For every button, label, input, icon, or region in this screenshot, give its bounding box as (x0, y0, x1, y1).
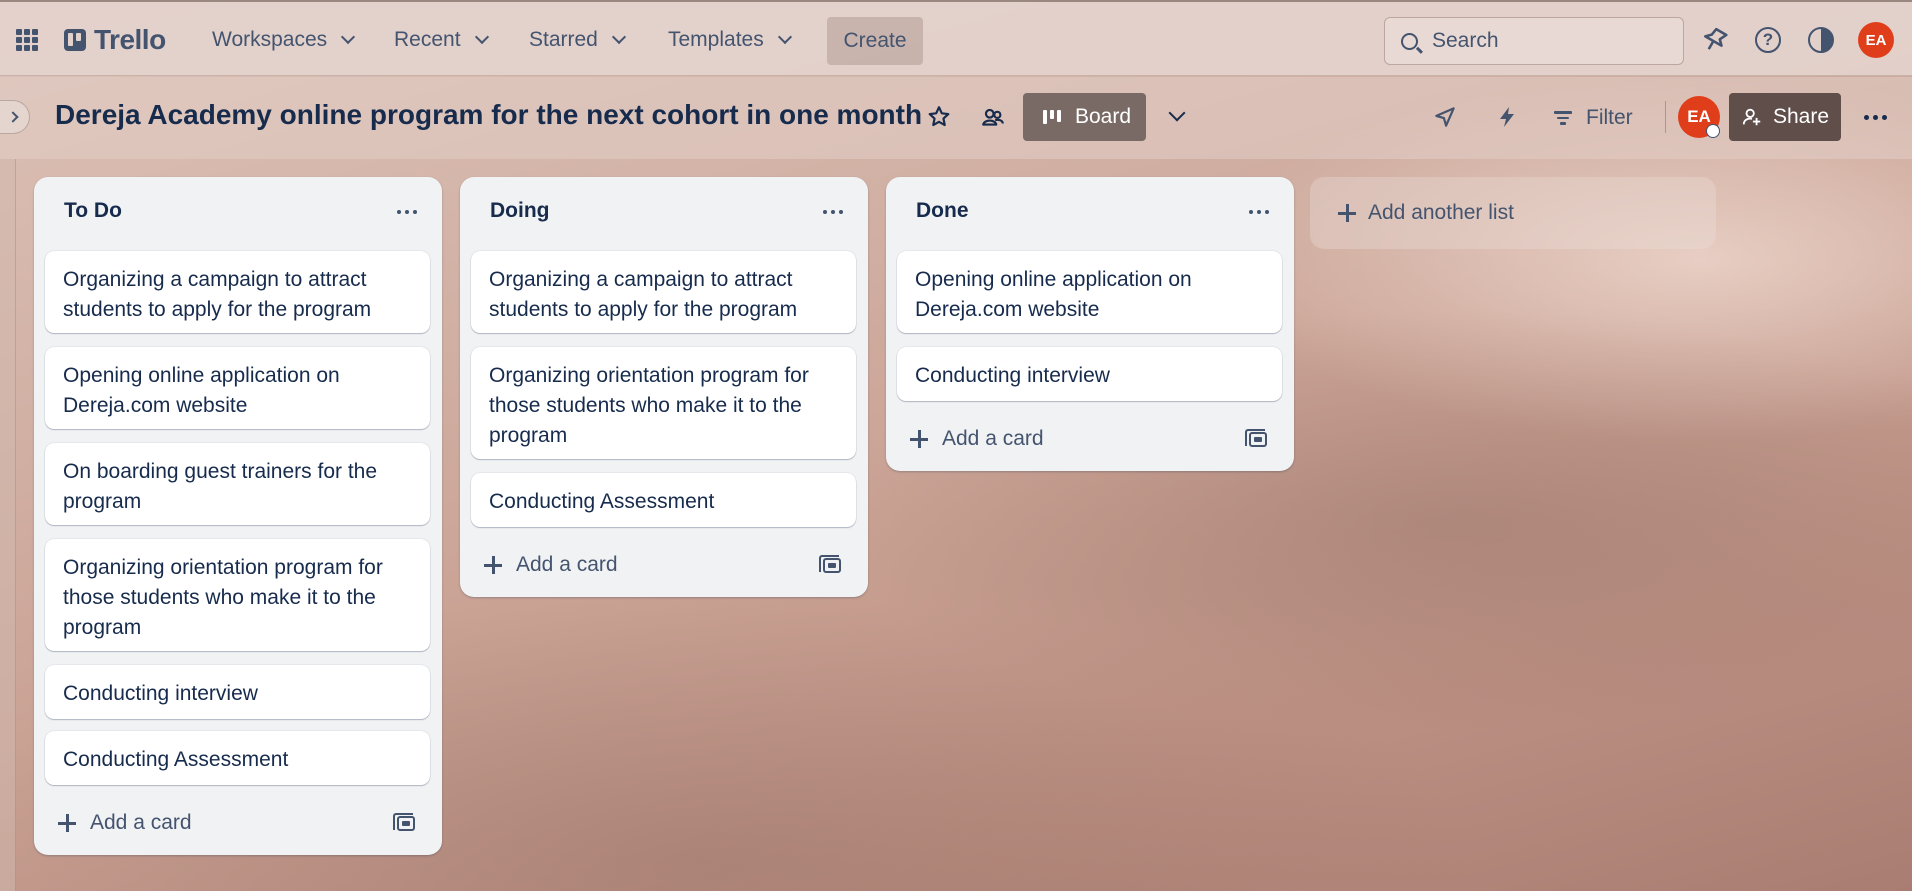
card-template-icon[interactable] (392, 809, 420, 837)
nav-starred-label: Starred (529, 28, 598, 51)
list-more-icon[interactable] (1244, 197, 1274, 227)
filter-icon (1554, 111, 1572, 125)
list-card[interactable]: Conducting Assessment (471, 473, 856, 527)
chevron-down-icon (474, 29, 489, 45)
add-list-button[interactable]: Add another list (1310, 177, 1716, 249)
board-menu-more-icon[interactable] (1855, 100, 1895, 134)
plus-icon (910, 430, 928, 448)
help-icon[interactable]: ? (1752, 24, 1784, 56)
add-card-button[interactable]: Add a card (898, 419, 1044, 459)
header-divider (1665, 101, 1666, 133)
chevron-right-icon (7, 111, 19, 123)
list-card[interactable]: Conducting interview (45, 665, 430, 719)
add-card-label: Add a card (942, 427, 1044, 450)
nav-templates[interactable]: Templates (660, 20, 798, 60)
power-ups-icon[interactable] (1428, 100, 1462, 134)
search-input[interactable] (1432, 29, 1662, 53)
logo-text: Trello (94, 24, 166, 55)
list-card[interactable]: Opening online application on Dereja.com… (45, 347, 430, 429)
list-card[interactable]: Conducting interview (897, 347, 1282, 401)
chevron-down-icon (777, 29, 792, 45)
account-avatar[interactable]: EA (1858, 22, 1894, 58)
nav-templates-label: Templates (668, 28, 764, 51)
collapsed-sidebar (0, 159, 16, 891)
list-card[interactable]: Opening online application on Dereja.com… (897, 251, 1282, 333)
theme-icon[interactable] (1805, 24, 1837, 56)
create-button[interactable]: Create (827, 17, 923, 65)
list-card[interactable]: On boarding guest trainers for the progr… (45, 443, 430, 525)
board-member-initials: EA (1687, 107, 1711, 126)
board-title[interactable]: Dereja Academy online program for the ne… (55, 99, 922, 131)
apps-grid-icon[interactable] (16, 29, 38, 51)
star-icon[interactable] (922, 100, 956, 134)
share-button[interactable]: Share (1729, 93, 1841, 141)
list-title[interactable]: Done (916, 199, 969, 223)
plus-icon (1338, 204, 1356, 222)
list-more-icon[interactable] (392, 197, 422, 227)
add-member-icon (1742, 108, 1761, 126)
add-list-label: Add another list (1368, 201, 1514, 224)
list-more-icon[interactable] (818, 197, 848, 227)
share-label: Share (1772, 105, 1830, 128)
plus-icon (484, 556, 502, 574)
card-template-icon[interactable] (818, 551, 846, 579)
nav-recent[interactable]: Recent (386, 20, 495, 60)
views-dropdown-chevron-icon[interactable] (1160, 100, 1194, 134)
global-header: Trello Workspaces Recent Starred Templat… (0, 0, 1912, 76)
list-done: Done Opening online application on Derej… (886, 177, 1294, 471)
board-view-button[interactable]: Board (1023, 93, 1146, 141)
board-view-label: Board (1075, 105, 1132, 128)
automation-icon[interactable] (1490, 100, 1524, 134)
list-title[interactable]: To Do (64, 199, 122, 223)
nav-recent-label: Recent (394, 28, 461, 51)
nav-workspaces[interactable]: Workspaces (204, 20, 361, 60)
list-to-do: To Do Organizing a campaign to attract s… (34, 177, 442, 855)
filter-button[interactable]: Filter (1554, 99, 1633, 137)
notifications-icon[interactable] (1698, 24, 1730, 56)
list-card[interactable]: Organizing a campaign to attract student… (45, 251, 430, 333)
trello-logo[interactable]: Trello (64, 24, 166, 56)
chevron-down-icon (341, 29, 356, 45)
admin-badge-icon (1706, 124, 1720, 138)
workspace-visibility-icon[interactable] (976, 100, 1010, 134)
add-card-button[interactable]: Add a card (472, 545, 618, 585)
list-card[interactable]: Organizing orientation program for those… (45, 539, 430, 651)
nav-starred[interactable]: Starred (521, 20, 632, 60)
list-card[interactable]: Organizing orientation program for those… (471, 347, 856, 459)
filter-label: Filter (1586, 106, 1633, 129)
add-card-label: Add a card (516, 553, 618, 576)
list-doing: Doing Organizing a campaign to attract s… (460, 177, 868, 597)
add-card-button[interactable]: Add a card (46, 803, 192, 843)
nav-workspaces-label: Workspaces (212, 28, 328, 51)
trello-logo-icon (64, 29, 86, 51)
card-template-icon[interactable] (1244, 425, 1272, 453)
chevron-down-icon (611, 29, 626, 45)
list-card[interactable]: Conducting Assessment (45, 731, 430, 785)
list-card[interactable]: Organizing a campaign to attract student… (471, 251, 856, 333)
add-card-label: Add a card (90, 811, 192, 834)
search-icon (1401, 32, 1418, 50)
list-title[interactable]: Doing (490, 199, 549, 223)
plus-icon (58, 814, 76, 832)
board-view-icon (1043, 110, 1061, 124)
search-box[interactable] (1384, 17, 1684, 65)
